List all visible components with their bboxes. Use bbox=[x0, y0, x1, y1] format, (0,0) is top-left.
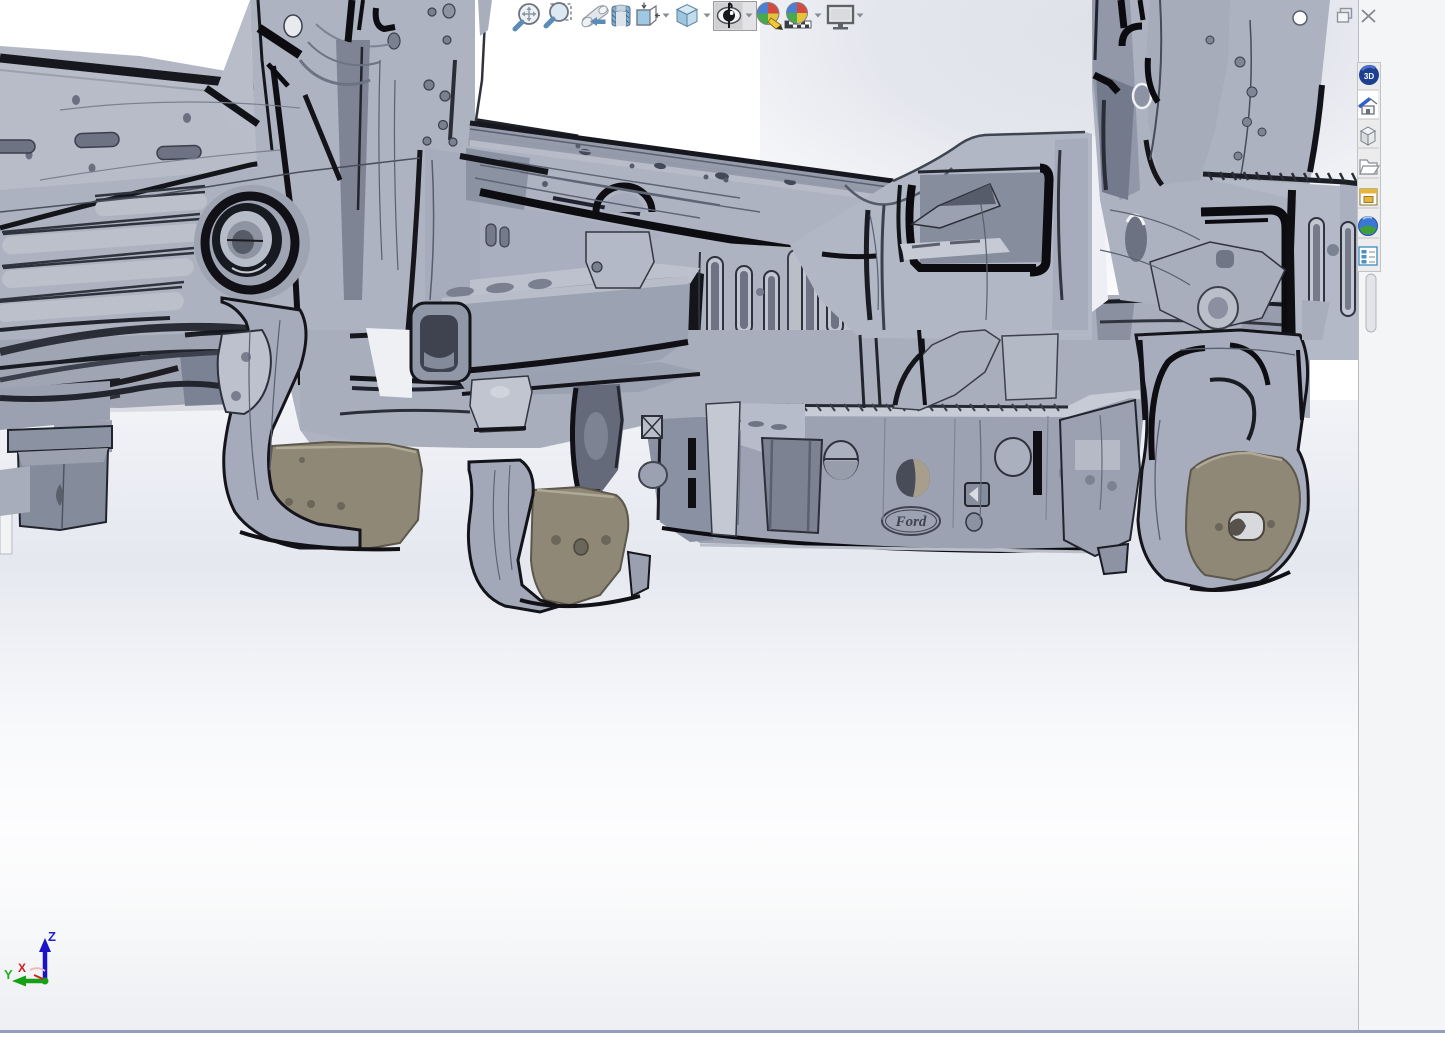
svg-text:3D: 3D bbox=[1364, 72, 1374, 81]
svg-text:Z: Z bbox=[48, 929, 56, 944]
svg-text:X: X bbox=[18, 961, 26, 975]
svg-text:Y: Y bbox=[4, 967, 13, 982]
